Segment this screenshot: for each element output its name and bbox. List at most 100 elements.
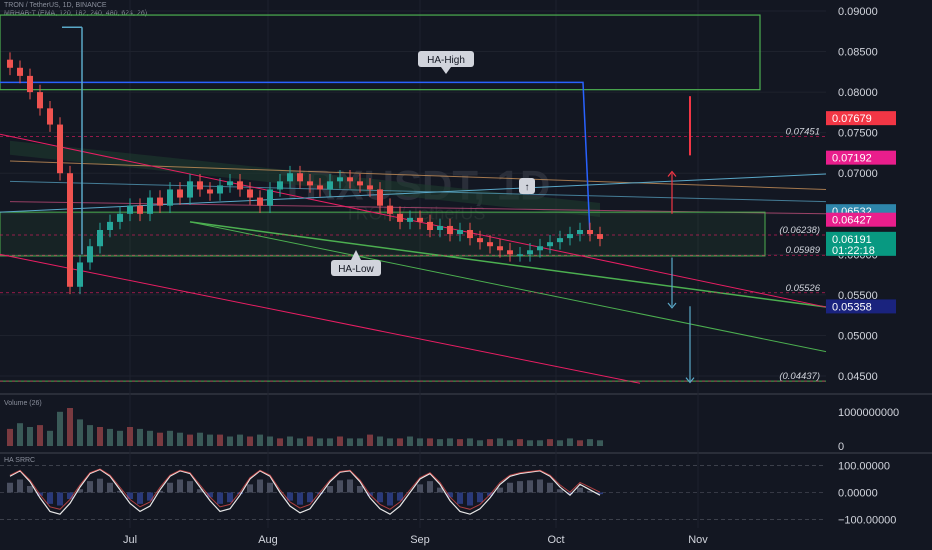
oscillator-bar — [107, 482, 113, 493]
candle-body — [57, 124, 63, 174]
candle-body — [337, 177, 343, 182]
oscillator-bar — [327, 486, 333, 493]
volume-bar — [157, 432, 163, 446]
oscillator-bar — [17, 479, 23, 493]
oscillator-bar — [357, 486, 363, 493]
candle-body — [37, 92, 43, 109]
volume-bar — [17, 423, 23, 446]
volume-bar — [467, 438, 473, 446]
volume-bar — [187, 434, 193, 446]
price-label: 0.06427 — [832, 215, 872, 227]
volume-bar — [587, 439, 593, 446]
price-label: 0.07679 — [832, 113, 872, 125]
volume-bar — [567, 438, 573, 446]
oscillator-tick-label: 100.00000 — [838, 460, 890, 472]
candle-body — [157, 197, 163, 206]
oscillator-bar — [187, 481, 193, 493]
level-label: 0.07451 — [786, 127, 820, 138]
candle-body — [457, 230, 463, 235]
oscillator-bar — [127, 492, 133, 499]
volume-bar — [597, 440, 603, 446]
volume-bar — [137, 428, 143, 446]
volume-bar — [207, 434, 213, 446]
oscillator-bar — [537, 479, 543, 493]
price-tick-label: 0.09000 — [838, 6, 878, 18]
candle-body — [417, 217, 423, 222]
candle-body — [527, 250, 533, 255]
volume-bar — [57, 411, 63, 446]
oscillator-bar — [137, 492, 143, 504]
volume-bar — [287, 436, 293, 446]
oscillator-title: HA SRRC — [4, 457, 35, 464]
price-tick-label: 0.07500 — [838, 128, 878, 140]
volume-bar — [447, 438, 453, 446]
alert-marker-glyph: ↑ — [525, 182, 530, 193]
volume-tick-label: 0 — [838, 441, 844, 453]
volume-bar — [37, 425, 43, 446]
candle-body — [537, 246, 543, 251]
oscillator-bar — [527, 480, 533, 493]
price-chart[interactable]: 0.090000.085000.080000.075000.070000.065… — [0, 0, 932, 550]
candle-body — [377, 189, 383, 206]
oscillator-bar — [227, 492, 233, 503]
oscillator-bar — [257, 479, 263, 493]
price-label: 0.07192 — [832, 153, 872, 165]
candle-body — [137, 205, 143, 214]
oscillator-bar — [177, 479, 183, 493]
candle-body — [467, 230, 473, 239]
candle-body — [567, 234, 573, 239]
volume-bar — [327, 438, 333, 446]
oscillator-bar — [377, 492, 383, 503]
volume-bar — [537, 440, 543, 446]
volume-bar — [67, 408, 73, 446]
volume-bar — [357, 438, 363, 446]
price-tick-label: 0.07000 — [838, 168, 878, 180]
candle-body — [7, 59, 13, 68]
volume-bar — [177, 432, 183, 446]
volume-title: Volume (26) — [4, 400, 42, 407]
oscillator-bar — [297, 492, 303, 505]
oscillator-bar — [547, 482, 553, 493]
candle-body — [87, 246, 93, 263]
volume-bar — [377, 436, 383, 446]
candle-body — [447, 225, 453, 235]
candle-body — [27, 75, 33, 93]
volume-bar — [307, 436, 313, 446]
candle-body — [327, 181, 333, 190]
x-tick-label: Jul — [123, 534, 137, 546]
oscillator-tick-label: −100.00000 — [838, 515, 896, 527]
oscillator-bar — [337, 480, 343, 493]
volume-bar — [317, 438, 323, 446]
level-label: 0.05989 — [786, 245, 821, 256]
candle-body — [307, 181, 313, 186]
x-tick-label: Oct — [547, 534, 564, 546]
volume-bar — [527, 440, 533, 446]
candle-body — [237, 181, 243, 190]
candle-body — [347, 177, 353, 182]
volume-bar — [47, 430, 53, 446]
volume-bar — [7, 428, 13, 446]
volume-bar — [397, 438, 403, 446]
level-label: 0.05526 — [786, 283, 821, 294]
countdown-label: 01:22:18 — [832, 245, 875, 257]
candle-body — [507, 250, 513, 255]
oscillator-bar — [97, 478, 103, 493]
candle-body — [277, 181, 283, 190]
candle-body — [427, 221, 433, 230]
oscillator-bar — [457, 492, 463, 504]
volume-bar — [517, 439, 523, 446]
volume-bar — [487, 439, 493, 446]
volume-bar — [167, 430, 173, 446]
candle-body — [407, 217, 413, 222]
candle-body — [497, 246, 503, 251]
candle-body — [67, 173, 73, 287]
volume-bar — [427, 438, 433, 446]
volume-bar — [87, 425, 93, 446]
volume-bar — [27, 427, 33, 446]
candle-body — [487, 242, 493, 247]
volume-bar — [337, 436, 343, 446]
volume-bar — [387, 438, 393, 446]
candle-body — [437, 225, 443, 230]
volume-bar — [577, 440, 583, 446]
candle-body — [287, 173, 293, 182]
